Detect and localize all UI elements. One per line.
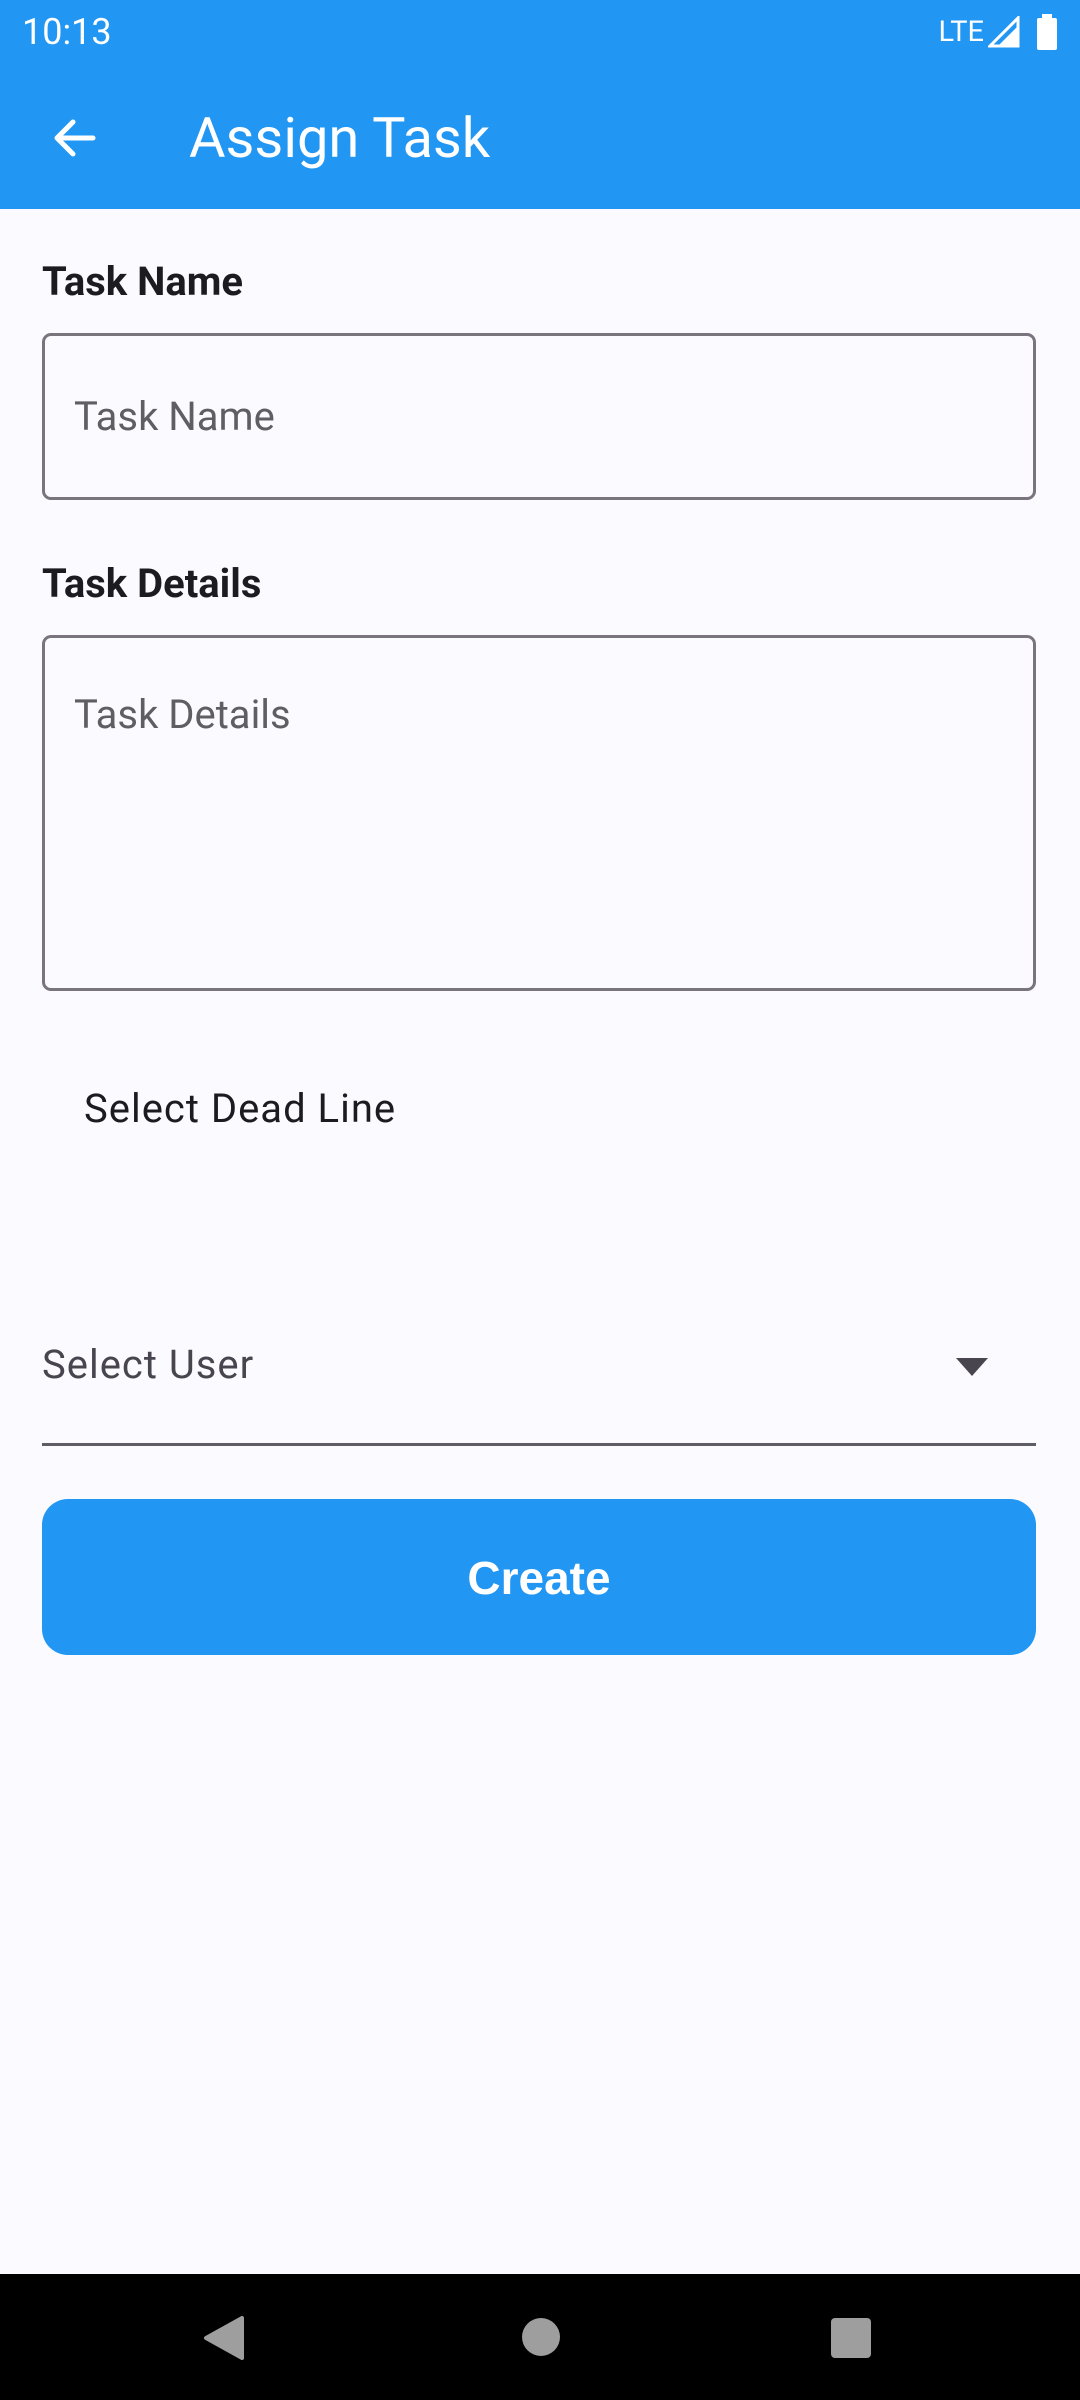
back-button[interactable]	[38, 102, 110, 174]
select-user-placeholder: Select User	[42, 1341, 255, 1388]
system-nav-bar	[0, 2274, 1080, 2400]
app-bar: Assign Task	[0, 66, 1080, 209]
status-time: 10:13	[22, 11, 112, 53]
nav-back-icon[interactable]	[202, 2314, 246, 2362]
task-name-input[interactable]	[42, 333, 1036, 500]
battery-icon	[1037, 14, 1057, 50]
signal-icon	[988, 16, 1020, 48]
select-deadline-label: Select Dead Line	[84, 1084, 397, 1132]
arrow-back-icon	[54, 119, 96, 157]
create-button[interactable]: Create	[42, 1499, 1036, 1655]
page-title: Assign Task	[189, 105, 491, 171]
network-type: LTE	[938, 15, 984, 49]
task-name-label: Task Name	[42, 258, 243, 305]
nav-recents-icon[interactable]	[831, 2318, 871, 2358]
task-details-input[interactable]	[42, 635, 1036, 991]
status-icons: LTE	[938, 10, 1058, 54]
task-details-label: Task Details	[42, 560, 262, 607]
nav-home-icon[interactable]	[522, 2318, 560, 2356]
status-bar: 10:13 LTE	[0, 0, 1080, 66]
select-user-dropdown[interactable]: Select User	[42, 1320, 1036, 1446]
dropdown-arrow-icon	[956, 1358, 988, 1376]
select-deadline-button[interactable]: Select Dead Line	[42, 1068, 438, 1148]
